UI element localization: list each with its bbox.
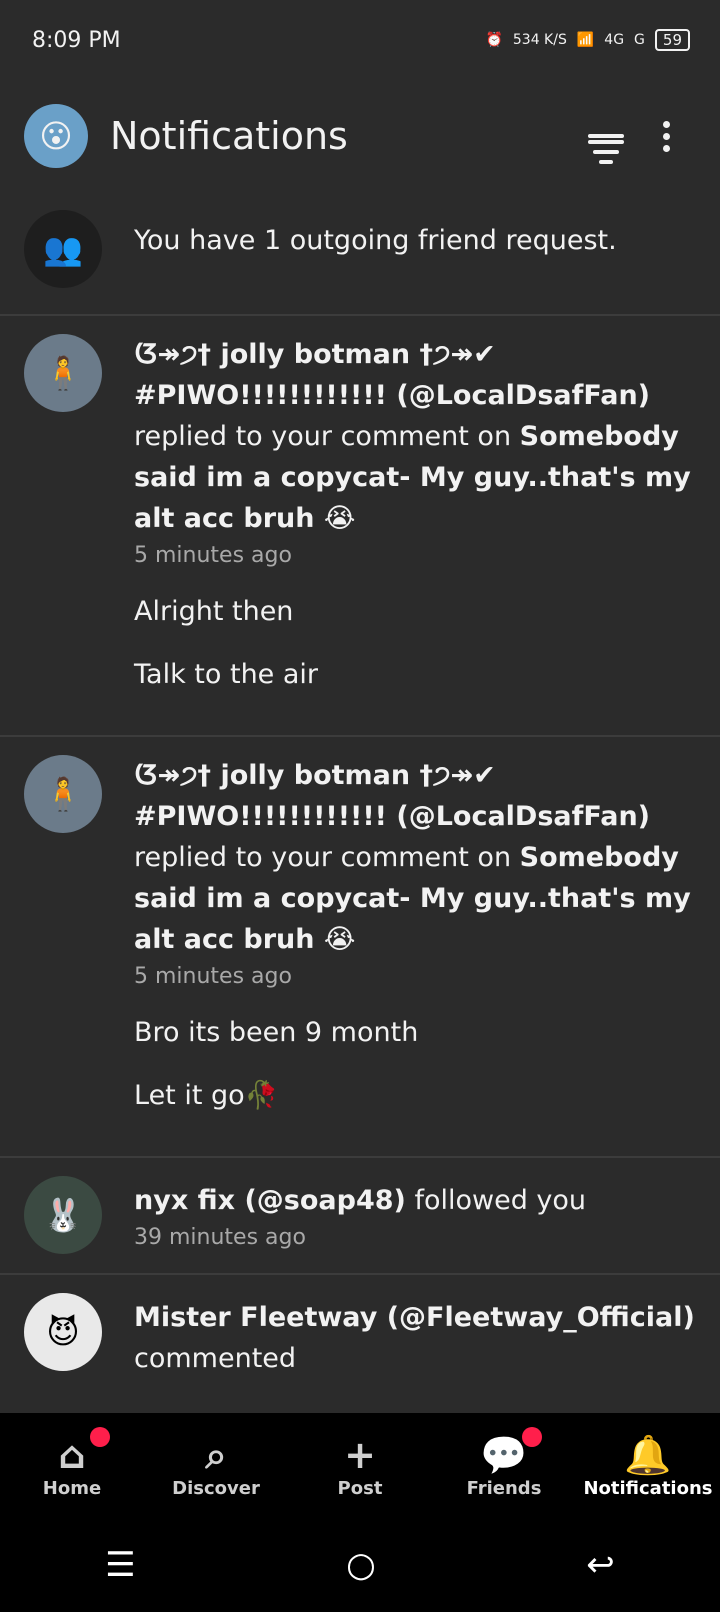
- notification-dot: [522, 1427, 542, 1447]
- follow-notification[interactable]: 🐰 nyx fix (@soap48) followed you 39 minu…: [0, 1158, 720, 1275]
- bell-icon: 🔔: [624, 1432, 672, 1477]
- username[interactable]: nyx fix (@soap48): [134, 1185, 406, 1216]
- reply-notification[interactable]: 🧍 ᮃ↠੭† jolly botman †੭↠✔ #PIWO!!!!!!!!!!…: [0, 316, 720, 737]
- nav-home[interactable]: ⌂ Home: [0, 1413, 144, 1517]
- reply-content: Alright then Talk to the air: [134, 591, 696, 695]
- profile-avatar[interactable]: 😮: [24, 104, 88, 168]
- nav-post[interactable]: + Post: [288, 1413, 432, 1517]
- nav-label: Post: [337, 1477, 383, 1499]
- notification-action: replied to your comment on: [134, 842, 520, 873]
- nav-friends[interactable]: 💬 Friends: [432, 1413, 576, 1517]
- friends-icon: 👥: [24, 210, 102, 288]
- timestamp: 39 minutes ago: [134, 1225, 306, 1250]
- timestamp: 5 minutes ago: [134, 543, 292, 568]
- avatar[interactable]: 🧍: [24, 755, 102, 833]
- home-icon: ⌂: [58, 1432, 86, 1477]
- page-title: Notifications: [110, 114, 348, 158]
- alarm-icon: ⏰: [485, 32, 503, 48]
- reply-notification[interactable]: 🧍 ᮃ↠੭† jolly botman †੭↠✔ #PIWO!!!!!!!!!!…: [0, 737, 720, 1158]
- menu-icon[interactable]: ☰: [105, 1545, 135, 1585]
- more-options-icon[interactable]: [636, 106, 696, 166]
- clock: 8:09 PM: [32, 27, 121, 53]
- reply-line: Bro its been 9 month: [134, 1017, 419, 1048]
- avatar[interactable]: 🧍: [24, 334, 102, 412]
- reply-line: Talk to the air: [134, 659, 319, 690]
- notifications-feed[interactable]: 👥 You have 1 outgoing friend request. 🧍 …: [0, 200, 720, 1413]
- battery-indicator: 59: [654, 29, 690, 51]
- username[interactable]: ᮃ↠੭† jolly botman †੭↠✔ #PIWO!!!!!!!!!!!!…: [134, 339, 650, 411]
- notification-action: commented: [134, 1343, 297, 1374]
- filter-icon[interactable]: [576, 106, 636, 166]
- timestamp: 5 minutes ago: [134, 964, 292, 989]
- network-type-1: 4G: [604, 32, 625, 48]
- nav-label: Friends: [466, 1477, 542, 1499]
- home-circle-icon[interactable]: ○: [346, 1545, 376, 1585]
- bottom-navigation: ⌂ Home ⌕ Discover + Post 💬 Friends 🔔 Not…: [0, 1413, 720, 1517]
- status-bar: 8:09 PM ⏰ 534 K/S 📶 4G G 59: [0, 0, 720, 80]
- notification-action: replied to your comment on: [134, 421, 520, 452]
- comment-notification[interactable]: 😈 Mister Fleetway (@Fleetway_Official) c…: [0, 1275, 720, 1397]
- friend-request-notification[interactable]: 👥 You have 1 outgoing friend request.: [0, 200, 720, 316]
- network-type-2: G: [634, 32, 645, 48]
- notification-dot: [90, 1427, 110, 1447]
- username[interactable]: Mister Fleetway (@Fleetway_Official): [134, 1302, 695, 1333]
- nav-label: Home: [42, 1477, 102, 1499]
- system-navigation: ☰ ○ ↩: [0, 1517, 720, 1612]
- reply-line: Let it go🥀: [134, 1080, 279, 1111]
- search-icon: ⌕: [205, 1432, 227, 1477]
- reply-content: Bro its been 9 month Let it go🥀: [134, 1012, 696, 1116]
- avatar[interactable]: 🐰: [24, 1176, 102, 1254]
- notification-action: followed you: [405, 1185, 587, 1216]
- avatar[interactable]: 😈: [24, 1293, 102, 1371]
- app-header: 😮 Notifications: [0, 92, 720, 180]
- notification-text: You have 1 outgoing friend request.: [134, 225, 617, 256]
- wifi-icon: 📶: [576, 32, 595, 48]
- chat-bubble-icon: 💬: [480, 1432, 528, 1477]
- nav-notifications[interactable]: 🔔 Notifications: [576, 1413, 720, 1517]
- status-icons: ⏰ 534 K/S 📶 4G G 59: [485, 29, 690, 51]
- back-icon[interactable]: ↩: [586, 1545, 615, 1585]
- nav-label: Notifications: [583, 1477, 713, 1499]
- plus-icon: +: [344, 1432, 376, 1477]
- network-speed: 534 K/S: [512, 32, 567, 48]
- nav-discover[interactable]: ⌕ Discover: [144, 1413, 288, 1517]
- username[interactable]: ᮃ↠੭† jolly botman †੭↠✔ #PIWO!!!!!!!!!!!!…: [134, 760, 650, 832]
- nav-label: Discover: [172, 1477, 260, 1499]
- reply-line: Alright then: [134, 596, 294, 627]
